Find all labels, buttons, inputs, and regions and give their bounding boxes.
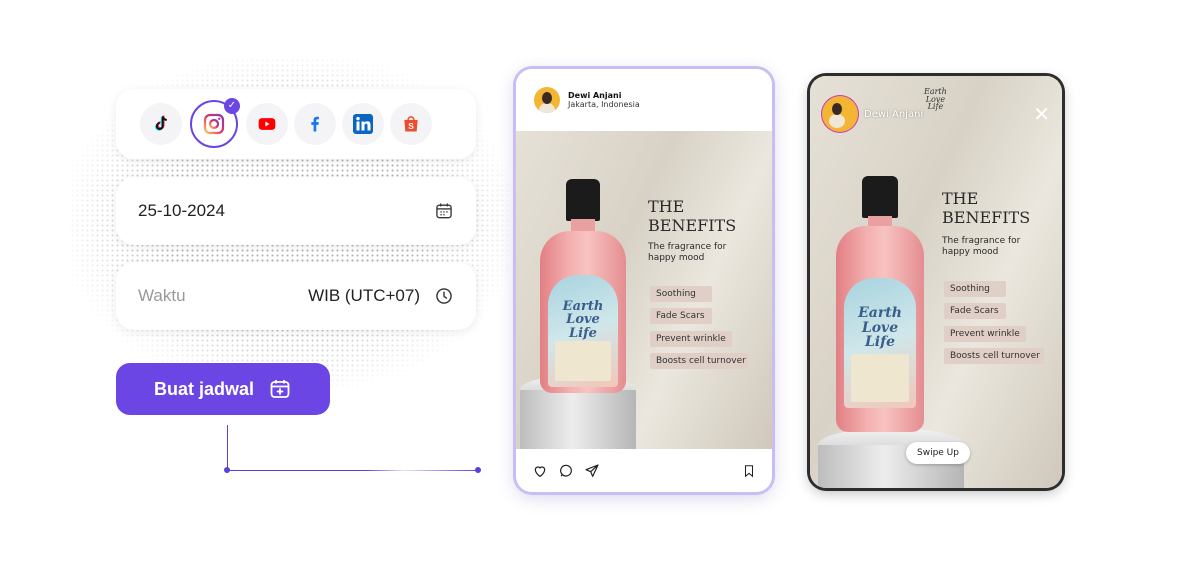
comment-icon[interactable] bbox=[558, 463, 574, 479]
benefits-subtitle-line1: The fragrance for bbox=[942, 236, 1021, 246]
timezone-label: WIB (UTC+07) bbox=[308, 286, 420, 305]
benefits-title-line2: BENEFITS bbox=[648, 216, 737, 236]
story-image: Earth Love Life THE BENEFITS The fragran… bbox=[810, 76, 1062, 488]
feed-location: Jakarta, Indonesia bbox=[568, 100, 640, 109]
label-word-1: Earth bbox=[562, 298, 604, 314]
benefits-title-line2: BENEFITS bbox=[942, 208, 1031, 228]
bottle-label: Earth Love Life bbox=[548, 275, 618, 387]
feed-post-image: Earth Love Life THE BENEFITS The fragran… bbox=[516, 131, 772, 449]
benefit-chip: Fade Scars bbox=[650, 308, 712, 324]
date-value: 25-10-2024 bbox=[138, 201, 225, 220]
connector-end-dot bbox=[475, 467, 481, 473]
platform-selector: ✓ S bbox=[116, 89, 476, 159]
benefit-chip: Boosts cell turnover bbox=[944, 348, 1044, 364]
bottle-cap bbox=[566, 179, 600, 221]
benefits-subtitle-line1: The fragrance for bbox=[648, 242, 727, 252]
create-schedule-label: Buat jadwal bbox=[153, 378, 255, 399]
date-field[interactable]: 25-10-2024 bbox=[116, 177, 476, 245]
instagram-icon bbox=[203, 113, 225, 135]
benefit-chip: Prevent wrinkle bbox=[944, 326, 1026, 342]
tiktok-button[interactable] bbox=[140, 103, 182, 145]
swipe-up-button[interactable]: Swipe Up bbox=[906, 442, 970, 464]
benefits-title-line1: THE bbox=[942, 189, 979, 208]
flow-connector-horizontal bbox=[227, 470, 479, 471]
calendar-add-icon bbox=[270, 380, 290, 398]
benefit-chip: Prevent wrinkle bbox=[650, 331, 732, 347]
instagram-story-preview: Earth Love Life THE BENEFITS The fragran… bbox=[810, 76, 1062, 488]
label-word-3: Life bbox=[569, 325, 597, 341]
story-header: Dewi Anjani bbox=[824, 98, 923, 130]
label-word-2: Love bbox=[861, 319, 899, 336]
tiktok-icon bbox=[154, 115, 167, 131]
brand-logo-line3: Life bbox=[927, 102, 944, 112]
facebook-button[interactable] bbox=[294, 103, 336, 145]
close-icon[interactable]: ✕ bbox=[1033, 102, 1050, 126]
youtube-button[interactable] bbox=[246, 103, 288, 145]
instagram-feed-preview: Dewi Anjani Jakarta, Indonesia Earth Lov… bbox=[516, 69, 772, 492]
label-info-panel bbox=[555, 341, 611, 381]
flow-connector-vertical bbox=[227, 425, 228, 471]
youtube-icon bbox=[258, 118, 276, 130]
shopee-button[interactable]: S bbox=[390, 103, 432, 145]
selected-check-icon: ✓ bbox=[224, 98, 240, 114]
bookmark-icon[interactable] bbox=[742, 464, 756, 478]
benefits-title-line1: THE bbox=[648, 197, 685, 216]
benefits-subtitle: The fragrance for happy mood bbox=[648, 242, 726, 265]
brand-logo: Earth Love Life bbox=[924, 88, 947, 111]
benefit-chip: Boosts cell turnover bbox=[650, 353, 748, 369]
benefits-subtitle-line2: happy mood bbox=[942, 247, 999, 258]
bottle-label: Earth Love Life bbox=[844, 278, 916, 408]
benefits-title: THE BENEFITS bbox=[942, 189, 1030, 227]
benefits-subtitle-line2: happy mood bbox=[648, 253, 705, 264]
benefits-title: THE BENEFITS bbox=[648, 197, 736, 235]
feed-post-header: Dewi Anjani Jakarta, Indonesia bbox=[516, 69, 772, 131]
label-word-1: Earth bbox=[858, 304, 902, 321]
benefit-chip: Soothing bbox=[944, 281, 1006, 297]
linkedin-button[interactable] bbox=[342, 103, 384, 145]
heart-icon[interactable] bbox=[532, 463, 548, 479]
shopee-icon: S bbox=[404, 116, 418, 132]
linkedin-icon bbox=[353, 114, 373, 134]
label-info-panel bbox=[851, 354, 909, 402]
connector-start-dot bbox=[224, 467, 230, 473]
avatar bbox=[534, 87, 560, 113]
instagram-button[interactable]: ✓ bbox=[190, 98, 240, 148]
create-schedule-button[interactable]: Buat jadwal bbox=[116, 363, 330, 415]
share-icon[interactable] bbox=[584, 463, 600, 479]
svg-text:S: S bbox=[408, 121, 414, 131]
benefits-subtitle: The fragrance for happy mood bbox=[942, 236, 1020, 259]
story-user-name: Dewi Anjani bbox=[864, 108, 924, 120]
label-word-3: Life bbox=[864, 334, 896, 351]
time-field[interactable]: Waktu WIB (UTC+07) bbox=[116, 262, 476, 330]
time-placeholder: Waktu bbox=[138, 286, 186, 305]
pedestal-body bbox=[520, 390, 636, 449]
label-word-2: Love bbox=[566, 312, 600, 328]
calendar-icon[interactable] bbox=[434, 201, 454, 221]
facebook-icon bbox=[311, 116, 319, 132]
feed-action-bar bbox=[516, 449, 772, 492]
clock-icon[interactable] bbox=[434, 286, 454, 306]
benefit-chip: Soothing bbox=[650, 286, 712, 302]
avatar bbox=[824, 98, 856, 130]
bottle-cap bbox=[862, 176, 898, 218]
benefit-chip: Fade Scars bbox=[944, 303, 1006, 319]
feed-user-name: Dewi Anjani bbox=[568, 91, 622, 100]
